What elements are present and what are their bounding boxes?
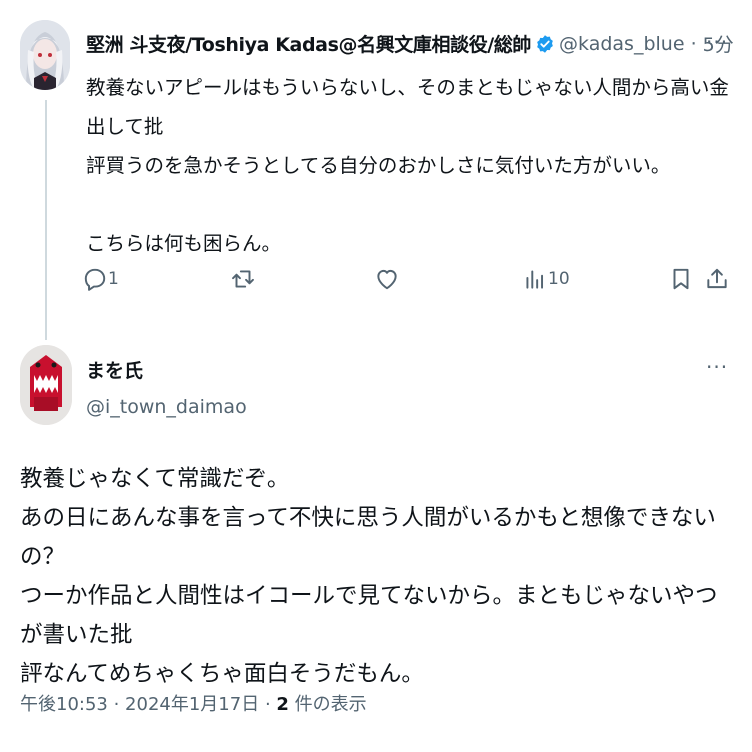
verified-badge-icon <box>537 34 553 53</box>
more-options-button[interactable]: ··· <box>706 30 728 54</box>
share-icon <box>707 268 727 289</box>
bookmark-button[interactable] <box>668 266 694 292</box>
thread-connector-line <box>45 100 47 340</box>
tweet-text-line: つーか作品と人間性はイコールで見てないから。まともじゃないやつが書いた批 <box>20 583 718 648</box>
reply-count: 1 <box>108 269 119 289</box>
display-name[interactable]: 堅洲 斗支夜/Toshiya Kadas@名興文庫相談役/総帥 <box>86 30 531 57</box>
views-button[interactable]: 10 <box>522 266 570 292</box>
separator: · <box>107 694 126 715</box>
bookmark-icon <box>673 268 689 290</box>
tweet-text: 教養じゃなくて常識だぞ。 あの日にあんな事を言って不快に思う人間がいるかもと想像… <box>20 460 735 694</box>
display-name[interactable]: まを氏 <box>86 356 143 383</box>
tweet-text-line: こちらは何も困らん。 <box>86 232 282 255</box>
tweet-text-line: 教養じゃなくて常識だぞ。 <box>20 466 290 492</box>
avatar-image <box>20 20 70 90</box>
tweet-actions-bar: 1 10 <box>82 262 732 302</box>
views-count: 10 <box>548 269 570 289</box>
separator: · <box>259 694 277 715</box>
views-label: 件の表示 <box>288 694 367 715</box>
heart-icon <box>377 269 397 290</box>
views-count: 2 <box>276 694 289 715</box>
views-chart-icon <box>526 270 544 289</box>
share-button[interactable] <box>704 266 730 292</box>
tweet-text-line: 評なんてめちゃくちゃ面白そうだもん。 <box>20 661 424 687</box>
retweet-button[interactable] <box>230 266 256 292</box>
tweet-header: 堅洲 斗支夜/Toshiya Kadas@名興文庫相談役/総帥 @kadas_b… <box>86 30 734 57</box>
post-date[interactable]: 2024年1月17日 <box>125 694 259 715</box>
separator: · <box>690 32 697 55</box>
post-time[interactable]: 午後10:53 <box>20 694 108 715</box>
reply-icon <box>84 268 106 291</box>
more-options-button[interactable]: ··· <box>706 355 728 379</box>
like-button[interactable] <box>374 266 400 292</box>
tweet-text: 教養ないアピールはもういらないし、そのまともじゃない人間から高い金出して批 評買… <box>86 68 731 263</box>
avatar[interactable] <box>20 20 70 90</box>
retweet-icon <box>232 270 254 288</box>
tweet-text-line: 評買うのを急かそうとしてる自分のおかしさに気付いた方がいい。 <box>86 154 671 177</box>
avatar-image <box>20 345 72 425</box>
tweet-text-line: あの日にあんな事を言って不快に思う人間がいるかもと想像できないの？ <box>20 505 716 570</box>
avatar[interactable] <box>20 345 72 425</box>
reply-button[interactable]: 1 <box>82 266 119 292</box>
tweet-text-line: 教養ないアピールはもういらないし、そのまともじゃない人間から高い金出して批 <box>86 76 729 138</box>
handle[interactable]: @kadas_blue <box>559 33 685 55</box>
tweet-metadata: 午後10:53 · 2024年1月17日 · 2 件の表示 <box>20 690 367 716</box>
handle[interactable]: @i_town_daimao <box>86 396 247 418</box>
